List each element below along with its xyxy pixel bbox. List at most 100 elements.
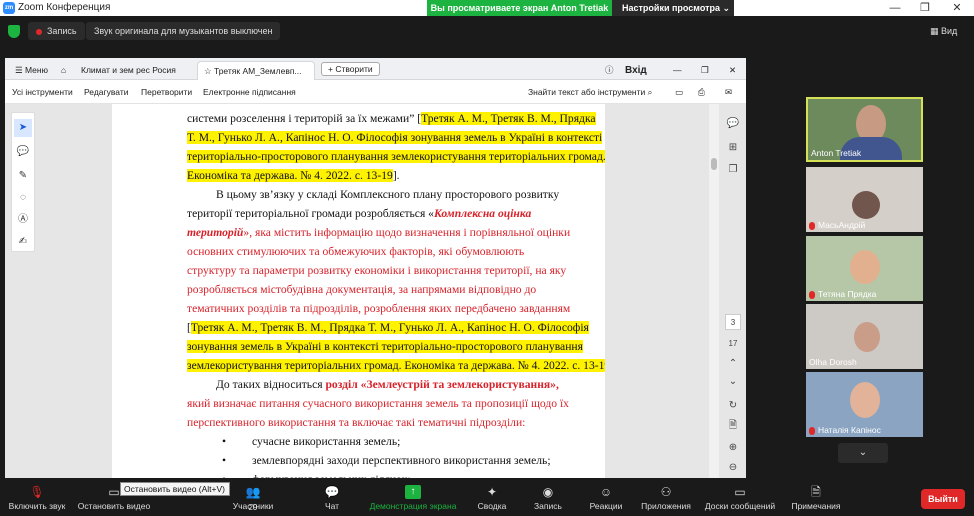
tab-climate[interactable]: Климат и зем рес Росия do... xyxy=(75,61,197,94)
doc-line: [Третяк А. М., Третяк В. М., Прядка Т. М… xyxy=(187,321,589,334)
maximize-button[interactable]: ❐ xyxy=(910,0,940,16)
minimize-icon[interactable]: — xyxy=(667,61,688,80)
summary-label: Сводка xyxy=(477,501,507,511)
participant-video xyxy=(852,191,880,219)
record-label: Запись xyxy=(534,501,562,511)
apps-label: Приложения xyxy=(641,501,691,511)
muted-mic-icon xyxy=(809,290,815,299)
chevron-down-icon: ⌄ xyxy=(722,3,731,13)
home-icon[interactable]: ⌂ xyxy=(55,61,72,80)
doc-line: територій», яка містить інформацію щодо … xyxy=(187,226,571,239)
bullet-item: формування земельних ділянок; xyxy=(252,470,605,478)
participant-name: Тетяна Прядка xyxy=(809,289,876,299)
page-icon[interactable]: 🗎 xyxy=(725,418,741,434)
star-icon: ☆ xyxy=(204,66,214,76)
chat-button[interactable]: 💬 Чат xyxy=(314,480,350,516)
text-tool-icon[interactable]: Ⓐ xyxy=(14,211,32,229)
search-tools[interactable]: Знайти текст або інструменти ⌕ xyxy=(528,87,652,98)
save-icon[interactable]: ▭ xyxy=(675,87,683,98)
pages-icon[interactable]: ❐ xyxy=(725,162,741,178)
reactions-button[interactable]: ☺ Реакции xyxy=(584,480,628,516)
chat-label: Чат xyxy=(324,501,340,511)
bullet-item: землевпорядні заходи перспективного вико… xyxy=(252,454,551,467)
security-shield-icon[interactable] xyxy=(8,25,20,38)
sign-tool-icon[interactable]: ✍ xyxy=(14,233,32,251)
tab-label: Третяк АМ_Землевп... xyxy=(213,66,302,76)
mail-icon[interactable]: ✉ xyxy=(725,87,732,98)
chevron-up-icon[interactable]: ⌃ xyxy=(725,356,741,372)
stop-video-tooltip: Остановить видео (Alt+V) xyxy=(120,482,230,496)
share-screen-button[interactable]: ↑ Демонстрация экрана xyxy=(366,480,460,516)
stop-video-label: Остановить видео xyxy=(77,501,151,511)
participant-tile[interactable]: МасьАндрій xyxy=(806,167,923,232)
unmute-button[interactable]: 🎙 Включить звук xyxy=(2,480,72,516)
unmute-label: Включить звук xyxy=(8,501,66,511)
help-icon[interactable]: ⓘ xyxy=(599,61,620,80)
all-tools-menu[interactable]: Усі інструменти xyxy=(12,87,73,97)
more-participants-chevron-icon[interactable]: ⌄ xyxy=(838,443,888,463)
participant-name: Наталія Капінос xyxy=(809,425,881,435)
comment-tool-icon[interactable]: 💬 xyxy=(14,143,32,161)
participant-tile[interactable]: Anton Tretiak xyxy=(806,97,923,162)
doc-line: основних стимулюючих та обмежуючих факто… xyxy=(187,245,525,258)
muted-mic-icon xyxy=(809,426,815,435)
view-settings-button[interactable]: Настройки просмотра ⌄ xyxy=(612,0,734,16)
menu-button[interactable]: ☰ Меню xyxy=(9,61,54,80)
view-button[interactable]: ▦ Вид xyxy=(930,22,957,40)
zoom-in-icon[interactable]: ⊕ xyxy=(725,440,741,456)
esign-menu[interactable]: Електронне підписання xyxy=(203,87,296,97)
shared-screen: ☰ Меню ⌂ Климат и зем рес Росия do... ☆ … xyxy=(5,58,746,478)
browser-close-icon[interactable]: ✕ xyxy=(723,61,742,80)
pen-tool-icon[interactable]: ✎ xyxy=(14,167,32,185)
doc-line: системи розселення і територій за їх меж… xyxy=(187,112,596,125)
participant-tile[interactable]: Olha Dorosh xyxy=(806,304,923,369)
chevron-down-icon[interactable]: ⌄ xyxy=(725,374,741,390)
viewing-banner: Вы просматриваете экран Anton Tretiak xyxy=(427,0,612,16)
apps-button[interactable]: ⚇ Приложения xyxy=(638,480,694,516)
minimize-button[interactable]: — xyxy=(880,0,910,16)
participants-label: Участники xyxy=(232,501,274,511)
rotate-icon[interactable]: ↻ xyxy=(725,398,741,414)
page-number-input[interactable]: 3 xyxy=(725,314,741,330)
login-button[interactable]: Вхід xyxy=(619,61,653,80)
participant-name: Anton Tretiak xyxy=(811,148,862,158)
record-button[interactable]: ◉ Запись xyxy=(528,480,568,516)
bookmark-icon[interactable]: ⊞ xyxy=(725,140,741,156)
document-scrollbar[interactable] xyxy=(709,104,719,478)
leave-button[interactable]: Выйти xyxy=(921,489,965,509)
document-viewer[interactable]: ➤ 💬 ✎ ◌ Ⓐ ✍ системи розселення і територ… xyxy=(5,104,746,478)
doc-line: Економіка та держава. № 4. 2022. с. 13-1… xyxy=(187,169,400,182)
comment-panel-icon[interactable]: 💬 xyxy=(725,116,741,132)
notes-button[interactable]: 🗎 Примечания xyxy=(788,480,844,516)
create-button[interactable]: + Створити xyxy=(321,62,380,76)
participant-tile[interactable]: Тетяна Прядка xyxy=(806,236,923,301)
hamburger-icon: ☰ xyxy=(15,65,25,75)
zoom-out-icon[interactable]: ⊖ xyxy=(725,460,741,476)
right-tool-rail: 💬 ⊞ ❐ 3 17 ⌃ ⌄ ↻ 🗎 ⊕ ⊖ xyxy=(722,108,744,478)
edit-menu[interactable]: Редагувати xyxy=(84,87,128,97)
scroll-thumb[interactable] xyxy=(711,158,717,170)
zoom-logo-icon: zm xyxy=(3,2,15,14)
close-button[interactable]: ✕ xyxy=(942,0,972,16)
recording-indicator[interactable]: Запись xyxy=(28,22,85,40)
doc-line: зонування земель в Україні в контексті т… xyxy=(187,340,583,353)
convert-menu[interactable]: Перетворити xyxy=(141,87,192,97)
lasso-tool-icon[interactable]: ◌ xyxy=(14,189,32,207)
print-icon[interactable]: ⎙ xyxy=(698,87,705,98)
bullet-item: сучасне використання земель; xyxy=(252,435,401,448)
tab-tretiak[interactable]: ☆ Третяк АМ_Землевп... ✕ xyxy=(197,61,315,95)
document-menu-bar: Усі інструменти Редагувати Перетворити Е… xyxy=(5,80,746,104)
participants-button[interactable]: 👥29 Участники xyxy=(226,480,280,516)
notes-icon: 🗎 xyxy=(811,485,821,499)
restore-icon[interactable]: ❐ xyxy=(695,61,715,80)
doc-line: розробляється містобудівна документація,… xyxy=(187,283,537,296)
summary-button[interactable]: ✦ Сводка xyxy=(472,480,512,516)
share-arrow-icon: ↑ xyxy=(405,485,421,499)
original-sound-indicator[interactable]: Звук оригинала для музыкантов выключен xyxy=(86,22,281,40)
whiteboards-button[interactable]: ▭ Доски сообщений xyxy=(702,480,778,516)
doc-line: землекористування територіальних громад.… xyxy=(187,356,605,375)
select-tool-icon[interactable]: ➤ xyxy=(14,119,32,137)
doc-line: території територіальної громади розробл… xyxy=(187,207,532,220)
participant-tile[interactable]: Наталія Капінос xyxy=(806,372,923,437)
doc-line: тематичних розділів та підрозділів, розр… xyxy=(187,302,571,315)
